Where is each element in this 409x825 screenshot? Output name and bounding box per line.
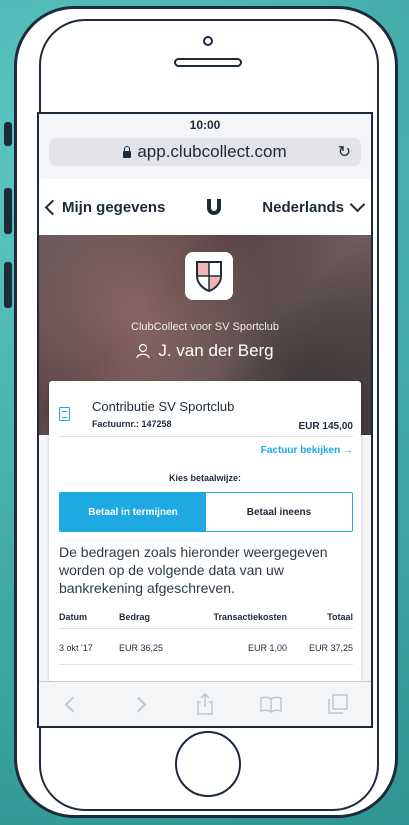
pay-once-button[interactable]: Betaal ineens xyxy=(206,493,352,531)
cell-fees: EUR 1,00 xyxy=(247,643,287,653)
view-invoice-link[interactable]: Factuur bekijken → xyxy=(261,445,353,456)
chevron-left-icon xyxy=(44,199,61,215)
shield-icon xyxy=(196,261,222,292)
schedule-table-header: Datum Bedrag Transactiekosten Totaal xyxy=(59,612,353,622)
speaker-grille xyxy=(174,58,242,67)
home-button[interactable] xyxy=(175,731,241,797)
browser-toolbar xyxy=(39,681,371,726)
invoice-title: Contributie SV Sportclub xyxy=(92,399,235,414)
tabs-icon[interactable] xyxy=(323,689,353,719)
divider xyxy=(59,664,353,665)
back-link-label: Mijn gegevens xyxy=(62,198,166,216)
back-link[interactable]: Mijn gegevens xyxy=(44,198,166,216)
camera-icon xyxy=(203,36,213,46)
language-label: Nederlands xyxy=(262,198,344,216)
language-selector[interactable]: Nederlands xyxy=(262,196,366,216)
share-icon[interactable] xyxy=(190,689,220,719)
cell-total: EUR 37,25 xyxy=(308,643,353,653)
clubcollect-logo-icon xyxy=(206,199,221,215)
invoice-number: Factuurnr.: 147258 xyxy=(92,419,172,429)
screen: 10:00 app.clubcollect.com ↻ Mijn gegeven… xyxy=(37,112,373,728)
column-header-fees: Transactiekosten xyxy=(213,612,287,622)
address-bar[interactable]: app.clubcollect.com ↻ xyxy=(49,138,361,166)
column-header-total: Totaal xyxy=(327,612,353,622)
member-name: J. van der Berg xyxy=(39,341,371,361)
cell-amount: EUR 36,25 xyxy=(119,643,164,653)
payment-method-toggle: Betaal in termijnen Betaal ineens xyxy=(59,492,353,532)
invoice-card: Contributie SV Sportclub Factuurnr.: 147… xyxy=(49,381,361,701)
pay-installments-button[interactable]: Betaal in termijnen xyxy=(60,493,206,531)
club-logo xyxy=(185,252,233,300)
member-name-text: J. van der Berg xyxy=(158,341,274,360)
table-row: 3 okt '17 EUR 36,25 EUR 1,00 EUR 37,25 xyxy=(59,643,353,653)
back-icon[interactable] xyxy=(57,689,87,719)
chevron-down-icon xyxy=(349,196,366,212)
invoice-amount: EUR 145,00 xyxy=(298,421,353,432)
payment-method-heading: Kies betaalwijze: xyxy=(168,473,242,483)
url-text: app.clubcollect.com xyxy=(137,142,287,161)
mute-switch xyxy=(4,122,12,146)
divider xyxy=(59,628,353,629)
volume-down-button xyxy=(4,262,12,308)
person-icon xyxy=(136,343,150,359)
document-icon xyxy=(59,407,70,421)
bookmarks-icon[interactable] xyxy=(256,689,286,719)
status-bar-time: 10:00 xyxy=(39,114,371,136)
club-subtitle: ClubCollect voor SV Sportclub xyxy=(131,321,279,333)
payment-info-text: De bedragen zoals hieronder weergegeven … xyxy=(59,544,328,596)
cell-date: 3 okt '17 xyxy=(59,643,93,653)
column-header-date: Datum xyxy=(59,612,88,622)
lock-icon xyxy=(123,145,132,158)
reload-icon[interactable]: ↻ xyxy=(338,142,351,162)
divider xyxy=(59,436,353,437)
top-navigation: Mijn gegevens Nederlands xyxy=(39,179,371,235)
volume-up-button xyxy=(4,188,12,234)
forward-icon[interactable] xyxy=(124,689,154,719)
column-header-amount: Bedrag xyxy=(119,612,151,622)
